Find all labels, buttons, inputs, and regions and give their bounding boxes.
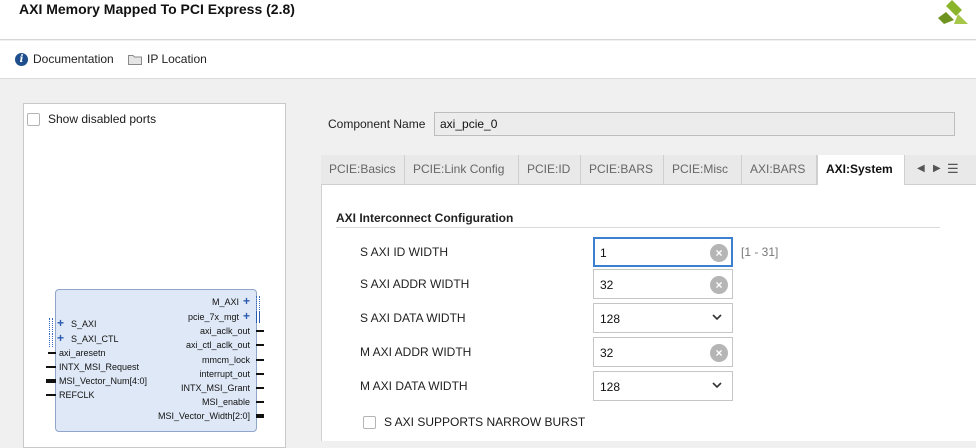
clear-icon[interactable]: × bbox=[710, 344, 728, 362]
tab-axi-bars[interactable]: AXI:BARS bbox=[742, 155, 817, 185]
clear-icon[interactable]: × bbox=[710, 276, 728, 294]
ip-location-link[interactable]: IP Location bbox=[128, 52, 207, 66]
title-bar: AXI Memory Mapped To PCI Express (2.8) bbox=[0, 0, 976, 40]
port-s-axi-ctl: S_AXI_CTL bbox=[71, 334, 119, 344]
port-axi-ctl-aclk-out: axi_ctl_aclk_out bbox=[185, 340, 250, 350]
port-pcie-7x-mgt: pcie_7x_mgt bbox=[187, 312, 239, 322]
m-axi-data-width-select[interactable]: 128 bbox=[593, 371, 733, 401]
component-name-label: Component Name bbox=[328, 117, 426, 131]
s-axi-id-width-range: [1 - 31] bbox=[741, 245, 779, 259]
pcie-bus-marker bbox=[256, 311, 260, 323]
m-axi-addr-width-value: 32 bbox=[600, 346, 614, 360]
port-axi-aclk-out: axi_aclk_out bbox=[199, 326, 250, 336]
m-axi-bus-marker bbox=[256, 296, 260, 310]
s-axi-data-width-select[interactable]: 128 bbox=[593, 303, 733, 333]
xilinx-logo bbox=[938, 0, 968, 24]
chevron-down-icon[interactable] bbox=[712, 312, 722, 322]
tab-pcie-id[interactable]: PCIE:ID bbox=[519, 155, 581, 185]
narrow-burst-toggle[interactable]: S AXI SUPPORTS NARROW BURST bbox=[363, 415, 585, 429]
port-msi-enable: MSI_enable bbox=[201, 397, 250, 407]
tab-bar: PCIE:Basics PCIE:Link Config PCIE:ID PCI… bbox=[321, 155, 976, 186]
port-intx-msi-grant: INTX_MSI_Grant bbox=[180, 383, 250, 393]
m-axi-addr-width-input[interactable]: 32 × bbox=[593, 337, 733, 367]
link-bar: i Documentation IP Location bbox=[0, 41, 976, 79]
folder-icon bbox=[128, 54, 142, 65]
s-axi-ctl-bus-marker bbox=[49, 333, 53, 347]
pcie-7x-mgt-expand-icon[interactable]: + bbox=[243, 310, 250, 322]
port-refclk: REFCLK bbox=[59, 390, 95, 400]
pin-msi-vector-width bbox=[256, 414, 264, 418]
pin-axi-aclk-out bbox=[256, 330, 264, 332]
s-axi-ctl-expand-icon[interactable]: + bbox=[57, 332, 64, 344]
tab-pcie-misc[interactable]: PCIE:Misc bbox=[664, 155, 742, 185]
port-s-axi: S_AXI bbox=[71, 319, 97, 329]
s-axi-addr-width-input[interactable]: 32 × bbox=[593, 269, 733, 299]
show-disabled-ports-label: Show disabled ports bbox=[48, 112, 157, 126]
documentation-link[interactable]: i Documentation bbox=[15, 52, 114, 66]
pin-interrupt-out bbox=[256, 373, 264, 375]
port-msi-vector-num: MSI_Vector_Num[4:0] bbox=[59, 376, 148, 386]
scroll-right-icon[interactable]: ▶ bbox=[933, 163, 941, 174]
s-axi-id-width-value: 1 bbox=[600, 246, 607, 260]
info-icon: i bbox=[15, 52, 28, 66]
show-disabled-ports-checkbox[interactable] bbox=[27, 112, 40, 126]
tab-pcie-link-config[interactable]: PCIE:Link Config bbox=[405, 155, 519, 185]
m-axi-data-width-value: 128 bbox=[600, 380, 621, 394]
m-axi-expand-icon[interactable]: + bbox=[243, 295, 250, 307]
pin-axi-ctl-aclk-out bbox=[256, 344, 264, 346]
clear-icon[interactable]: × bbox=[710, 244, 728, 262]
narrow-burst-label: S AXI SUPPORTS NARROW BURST bbox=[384, 415, 586, 429]
port-mmcm-lock: mmcm_lock bbox=[201, 355, 250, 365]
m-axi-data-width-label: M AXI DATA WIDTH bbox=[360, 379, 468, 393]
s-axi-expand-icon[interactable]: + bbox=[57, 317, 64, 329]
tab-axi-system[interactable]: AXI:System bbox=[817, 155, 905, 186]
pin-intx-msi-grant bbox=[256, 387, 264, 389]
pin-mmcm-lock bbox=[256, 359, 264, 361]
menu-icon[interactable]: ☰ bbox=[947, 161, 959, 177]
show-disabled-ports-toggle[interactable]: Show disabled ports bbox=[27, 112, 156, 126]
s-axi-id-width-label: S AXI ID WIDTH bbox=[360, 245, 449, 259]
port-m-axi: M_AXI bbox=[211, 297, 239, 307]
port-axi-aresetn: axi_aresetn bbox=[59, 348, 106, 358]
s-axi-data-width-value: 128 bbox=[600, 312, 621, 326]
ip-location-label: IP Location bbox=[147, 52, 207, 66]
m-axi-addr-width-label: M AXI ADDR WIDTH bbox=[360, 345, 472, 359]
section-title: AXI Interconnect Configuration bbox=[336, 211, 514, 225]
documentation-label: Documentation bbox=[33, 52, 114, 66]
component-name-input[interactable]: axi_pcie_0 bbox=[434, 112, 955, 136]
section-divider bbox=[336, 227, 940, 228]
s-axi-data-width-label: S AXI DATA WIDTH bbox=[360, 311, 466, 325]
port-intx-msi-request: INTX_MSI_Request bbox=[59, 362, 140, 372]
pin-intx-msi-request bbox=[46, 366, 56, 368]
window-title: AXI Memory Mapped To PCI Express (2.8) bbox=[19, 1, 295, 17]
s-axi-addr-width-value: 32 bbox=[600, 278, 614, 292]
tab-pcie-basics[interactable]: PCIE:Basics bbox=[321, 155, 405, 185]
narrow-burst-checkbox[interactable] bbox=[363, 415, 376, 429]
pin-msi-vector-num bbox=[46, 379, 56, 383]
pin-msi-enable bbox=[256, 401, 264, 403]
tab-pcie-bars[interactable]: PCIE:BARS bbox=[581, 155, 664, 185]
port-msi-vector-width: MSI_Vector_Width[2:0] bbox=[157, 411, 250, 421]
s-axi-bus-marker bbox=[49, 318, 53, 332]
s-axi-addr-width-label: S AXI ADDR WIDTH bbox=[360, 277, 470, 291]
s-axi-id-width-input[interactable]: 1 × bbox=[593, 237, 733, 267]
chevron-down-icon[interactable] bbox=[712, 380, 722, 390]
pin-axi-aresetn bbox=[48, 352, 56, 354]
pin-refclk bbox=[46, 394, 56, 396]
scroll-left-icon[interactable]: ◀ bbox=[917, 163, 925, 174]
port-interrupt-out: interrupt_out bbox=[199, 369, 250, 379]
